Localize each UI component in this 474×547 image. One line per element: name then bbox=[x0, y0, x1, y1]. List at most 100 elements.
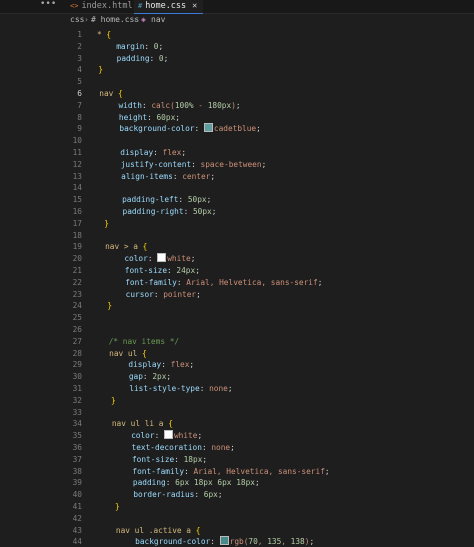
code-text: } bbox=[110, 395, 116, 405]
editor-tab-bar: ••• <> index.html # home.css ✕ bbox=[0, 0, 474, 14]
code-line[interactable]: 34 nav ul li a { bbox=[0, 418, 474, 429]
color-swatch[interactable] bbox=[219, 536, 229, 546]
more-actions-icon[interactable]: ••• bbox=[40, 0, 56, 9]
code-text: color: white; bbox=[131, 430, 203, 441]
code-line[interactable]: 38 font-family: Arial, Helvetica, sans-s… bbox=[0, 466, 474, 477]
code-line[interactable]: 11 display: flex; bbox=[0, 147, 474, 158]
line-number: 23 bbox=[72, 289, 82, 299]
code-line[interactable]: 12 justify-content: space-between; bbox=[0, 159, 474, 170]
code-text: nav ul li a { bbox=[111, 419, 173, 429]
code-line[interactable]: 27 /* nav items */ bbox=[0, 336, 474, 347]
code-line[interactable]: 2 margin: 0; bbox=[0, 41, 474, 52]
line-number: 14 bbox=[72, 183, 82, 193]
code-text: font-size: 24px; bbox=[124, 266, 200, 275]
code-text: nav ul { bbox=[109, 348, 147, 358]
line-number: 17 bbox=[72, 218, 82, 228]
line-number: 18 bbox=[72, 230, 82, 240]
code-line[interactable]: 14 bbox=[0, 182, 474, 193]
code-line[interactable]: 30 gap: 2px; bbox=[0, 371, 474, 382]
line-number: 33 bbox=[72, 407, 82, 417]
line-number: 25 bbox=[72, 313, 82, 323]
line-number: 28 bbox=[72, 348, 82, 358]
code-line[interactable]: 5 bbox=[0, 76, 474, 87]
code-text: height: 60px; bbox=[118, 112, 180, 122]
tab-label: home.css bbox=[145, 1, 187, 11]
line-number: 2 bbox=[77, 41, 82, 51]
code-line[interactable]: 29 display: flex; bbox=[0, 359, 474, 370]
code-line[interactable]: 9 background-color: cadetblue; bbox=[0, 123, 474, 134]
code-line[interactable]: 25 bbox=[0, 312, 474, 323]
code-line[interactable]: 6 nav { bbox=[0, 88, 474, 99]
line-number: 37 bbox=[72, 454, 82, 464]
code-line[interactable]: 39 padding: 6px 18px 6px 18px; bbox=[0, 477, 474, 488]
code-line[interactable]: 13 align-items: center; bbox=[0, 171, 474, 182]
code-line[interactable]: 15 padding-left: 50px; bbox=[0, 194, 474, 205]
code-line[interactable]: 32} bbox=[0, 395, 474, 406]
code-line[interactable]: 35 color: white; bbox=[0, 430, 474, 441]
code-line[interactable]: 20 color: white; bbox=[0, 253, 474, 264]
code-line[interactable]: 44 background-color: rgb(70, 135, 138); bbox=[0, 536, 474, 547]
code-line[interactable]: 31 list-style-type: none; bbox=[0, 383, 474, 394]
code-text: padding-right: 50px; bbox=[122, 207, 217, 216]
line-number: 38 bbox=[72, 466, 82, 476]
code-line[interactable]: 10 bbox=[0, 135, 474, 146]
code-line[interactable]: 43 nav ul .active a { bbox=[0, 525, 474, 536]
code-line[interactable]: 23 cursor: pointer; bbox=[0, 289, 474, 300]
color-swatch[interactable] bbox=[203, 123, 213, 133]
code-line[interactable]: 41} bbox=[0, 501, 474, 512]
code-line[interactable]: 36 text-decoration: none; bbox=[0, 442, 474, 453]
breadcrumb-file[interactable]: # home.css bbox=[91, 14, 139, 26]
code-line[interactable]: 26 bbox=[0, 324, 474, 335]
line-number: 11 bbox=[72, 148, 82, 157]
code-line[interactable]: 33 bbox=[0, 407, 474, 418]
breadcrumb-symbol[interactable]: nav bbox=[151, 14, 165, 26]
code-text: } bbox=[104, 218, 109, 228]
html-file-icon: <> bbox=[70, 2, 79, 10]
code-line[interactable]: 1 * { bbox=[0, 29, 474, 40]
code-line[interactable]: 22 font-family: Arial, Helvetica, sans-s… bbox=[0, 277, 474, 288]
line-number: 19 bbox=[72, 242, 82, 252]
code-text: background-color: rgb(70, 135, 138); bbox=[135, 536, 315, 547]
code-line[interactable]: 37 font-size: 18px; bbox=[0, 454, 474, 465]
line-number: 16 bbox=[72, 207, 82, 216]
code-line[interactable]: 28 nav ul { bbox=[0, 348, 474, 359]
code-line[interactable]: 17} bbox=[0, 218, 474, 229]
tab-index-html[interactable]: <> index.html bbox=[66, 0, 139, 13]
code-line[interactable]: 19 nav > a { bbox=[0, 241, 474, 252]
breadcrumb-folder[interactable]: css bbox=[70, 14, 84, 26]
line-number: 10 bbox=[72, 136, 82, 146]
code-line[interactable]: 7 width: calc(100% - 180px); bbox=[0, 100, 474, 111]
code-line[interactable]: 8 height: 60px; bbox=[0, 112, 474, 123]
code-text: } bbox=[115, 502, 120, 511]
line-number: 7 bbox=[77, 100, 82, 110]
line-number: 3 bbox=[77, 53, 82, 63]
code-line[interactable]: 4} bbox=[0, 64, 474, 75]
code-line[interactable]: 21 font-size: 24px; bbox=[0, 265, 474, 276]
code-text: } bbox=[98, 65, 104, 75]
color-swatch[interactable] bbox=[157, 253, 167, 263]
line-number: 35 bbox=[72, 431, 82, 441]
code-text: border-radius: 6px; bbox=[133, 490, 223, 500]
code-line[interactable]: 24} bbox=[0, 300, 474, 311]
line-number: 34 bbox=[72, 419, 82, 429]
code-line[interactable]: 18 bbox=[0, 230, 474, 241]
line-number: 24 bbox=[72, 301, 82, 311]
line-number: 31 bbox=[72, 384, 82, 393]
code-text: * { bbox=[97, 30, 112, 39]
code-line[interactable]: 42 bbox=[0, 513, 474, 524]
code-editor[interactable]: 1 * {2 margin: 0; 3 padding: 0; 4} 5 6 nav {7 … bbox=[0, 29, 474, 546]
code-text: display: flex; bbox=[128, 360, 195, 370]
line-number: 40 bbox=[72, 490, 82, 500]
code-line[interactable]: 16 padding-right: 50px; bbox=[0, 206, 474, 217]
line-number: 39 bbox=[72, 478, 82, 488]
color-swatch[interactable] bbox=[163, 430, 173, 440]
tab-home-css[interactable]: # home.css ✕ bbox=[134, 0, 204, 14]
code-line[interactable]: 40 border-radius: 6px; bbox=[0, 489, 474, 500]
code-text: font-family: Arial, Helvetica, sans-seri… bbox=[132, 466, 330, 476]
close-icon[interactable]: ✕ bbox=[192, 1, 197, 11]
line-number: 41 bbox=[72, 502, 82, 511]
line-number: 44 bbox=[72, 537, 82, 547]
code-text: nav { bbox=[99, 89, 123, 98]
code-line[interactable]: 3 padding: 0; bbox=[0, 53, 474, 64]
line-number: 32 bbox=[72, 395, 82, 405]
